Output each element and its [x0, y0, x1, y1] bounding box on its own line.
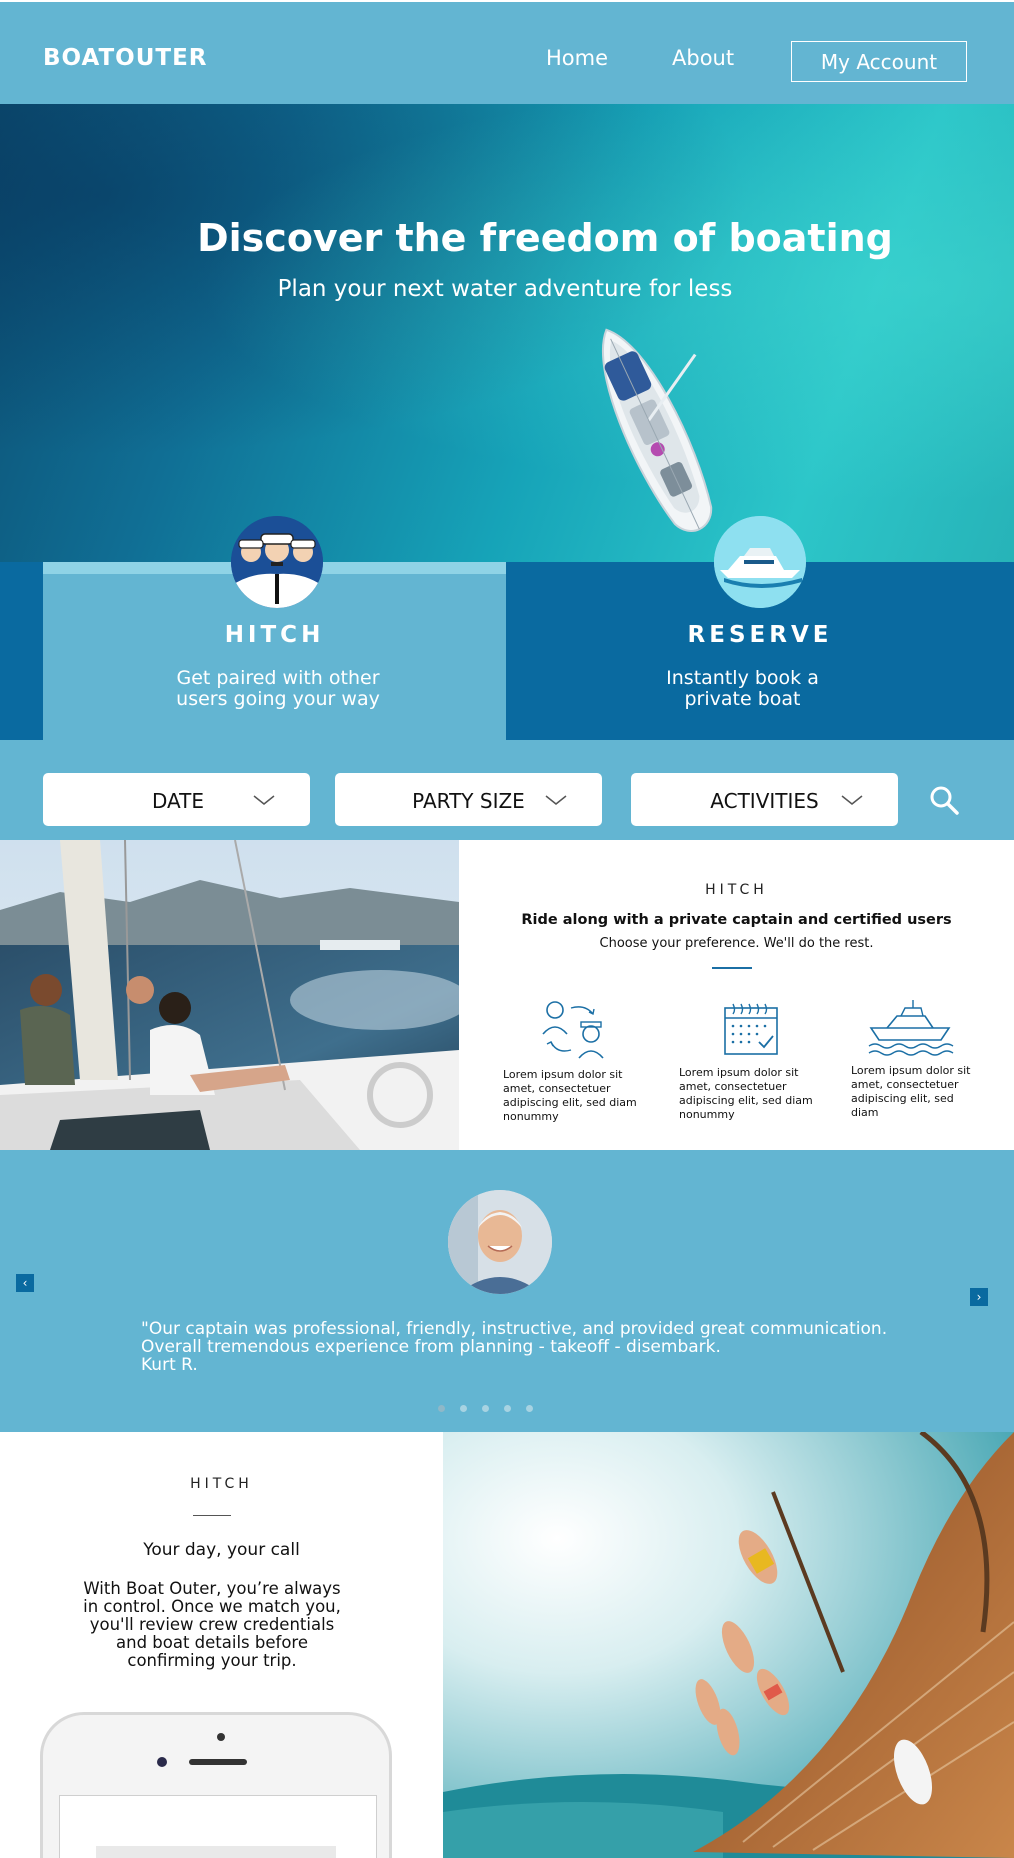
chevron-down-icon: [841, 795, 863, 805]
your-day-section: HITCH Your day, your call With Boat Oute…: [0, 1432, 443, 1858]
avatar: [448, 1190, 552, 1294]
nav-about-link[interactable]: About: [672, 46, 734, 70]
testimonial-author: Kurt R.: [141, 1355, 198, 1375]
calendar-icon: [724, 1003, 778, 1055]
section-title: Your day, your call: [143, 1540, 300, 1560]
carousel-dot[interactable]: [526, 1405, 533, 1412]
testimonial-section: ‹ › "Our captain was professional, frien…: [0, 1150, 1014, 1432]
phone-screen: [59, 1795, 377, 1858]
yacht-icon: [714, 516, 806, 608]
info-subheading: Choose your preference. We'll do the res…: [599, 936, 874, 951]
friends-sailing-photo: [0, 840, 459, 1150]
info-item: Lorem ipsum dolor sit amet, consectetuer…: [679, 1000, 827, 1122]
info-item: Lorem ipsum dolor sit amet, consectetuer…: [851, 998, 981, 1120]
my-account-button[interactable]: My Account: [791, 41, 967, 82]
party-size-select[interactable]: PARTY SIZE: [335, 773, 602, 826]
search-icon[interactable]: [928, 784, 960, 816]
divider: [712, 967, 752, 969]
phone-camera: [217, 1733, 225, 1741]
info-item-text: Lorem ipsum dolor sit amet, consectetuer…: [503, 1068, 637, 1123]
carousel-dot[interactable]: [438, 1405, 445, 1412]
top-nav: BOATOUTER Home About My Account: [0, 0, 1014, 104]
boat-icon: [868, 1000, 954, 1056]
phone-mockup: [40, 1712, 392, 1858]
phone-speaker: [189, 1759, 247, 1765]
sailboat-image: [601, 328, 713, 532]
phone-lens: [157, 1757, 167, 1767]
carousel-dots: [438, 1405, 533, 1412]
info-item-text: Lorem ipsum dolor sit amet, consectetuer…: [679, 1066, 813, 1121]
carousel-dot[interactable]: [482, 1405, 489, 1412]
testimonial-text: "Our captain was professional, friendly,…: [141, 1319, 888, 1357]
hero-banner: Discover the freedom of boating Plan you…: [0, 104, 1014, 562]
section-text: With Boat Outer, you’re always in contro…: [83, 1579, 341, 1670]
phone-screen-bar: [96, 1846, 336, 1858]
people-jumping-off-boat-photo: [443, 1432, 1014, 1858]
hero-title: Discover the freedom of boating: [197, 216, 893, 260]
captain-swap-icon: [542, 1001, 604, 1059]
reserve-title: RESERVE: [687, 622, 833, 648]
carousel-next-button[interactable]: ›: [970, 1288, 988, 1306]
activities-select[interactable]: ACTIVITIES: [631, 773, 898, 826]
divider: [193, 1515, 231, 1516]
carousel-dot[interactable]: [504, 1405, 511, 1412]
info-item-text: Lorem ipsum dolor sit amet, consectetuer…: [851, 1064, 971, 1119]
crew-icon: [231, 516, 323, 608]
reserve-text: Instantly book a private boat: [666, 667, 819, 710]
info-kicker: HITCH: [705, 882, 768, 898]
nav-home-link[interactable]: Home: [546, 46, 608, 70]
carousel-prev-button[interactable]: ‹: [16, 1274, 34, 1292]
info-heading: Ride along with a private captain and ce…: [521, 912, 952, 928]
info-item: Lorem ipsum dolor sit amet, consectetuer…: [503, 998, 653, 1124]
hitch-info-section: HITCH Ride along with a private captain …: [459, 840, 1014, 1150]
section-kicker: HITCH: [190, 1476, 253, 1492]
logo[interactable]: BOATOUTER: [43, 45, 208, 71]
carousel-dot[interactable]: [460, 1405, 467, 1412]
hitch-title: HITCH: [224, 622, 325, 648]
hero-subtitle: Plan your next water adventure for less: [277, 276, 733, 302]
hitch-text: Get paired with other users going your w…: [176, 667, 380, 710]
date-select[interactable]: DATE: [43, 773, 310, 826]
search-bar: DATE PARTY SIZE ACTIVITIES: [0, 740, 1014, 840]
testimonial-quote: "Our captain was professional, friendly,…: [141, 1320, 901, 1374]
chevron-down-icon: [253, 795, 275, 805]
chevron-down-icon: [545, 795, 567, 805]
hero-water-texture: [0, 104, 1014, 562]
